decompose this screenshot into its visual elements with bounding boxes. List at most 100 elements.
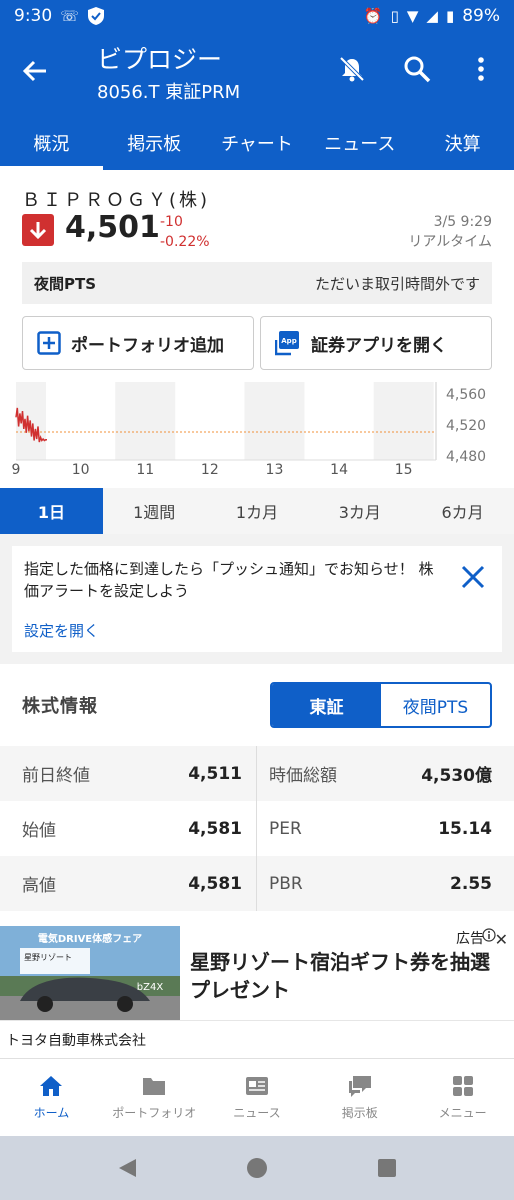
ad-banner[interactable]: 電気DRIVE体感フェア 星野リゾート bZ4X 星野リゾート宿泊ギフト券を抽選… bbox=[0, 926, 514, 1058]
current-price: 4,501 bbox=[65, 210, 160, 245]
info-value: 4,581 bbox=[188, 873, 242, 894]
intraday-chart[interactable]: 4,560 4,520 4,480 9 10 11 12 13 14 15 bbox=[0, 382, 514, 488]
info-cell: PBR 2.55 bbox=[257, 856, 514, 911]
stock-info-heading: 株式情報 bbox=[22, 696, 98, 717]
tab-earnings[interactable]: 決算 bbox=[411, 116, 514, 170]
down-arrow-badge bbox=[22, 214, 54, 246]
info-cell: 前日終値 4,511 bbox=[0, 746, 257, 801]
open-settings-link[interactable]: 設定を開く bbox=[24, 620, 99, 641]
nav-news[interactable]: ニュース bbox=[206, 1059, 309, 1136]
stock-info-table: 前日終値 4,511 時価総額 4,530億 始値 4,581 PER 15.14 高値… bbox=[0, 746, 514, 911]
nav-menu[interactable]: メニュー bbox=[411, 1059, 514, 1136]
arrow-down-icon bbox=[29, 222, 47, 240]
info-key: PBR bbox=[269, 873, 303, 894]
shield-icon bbox=[87, 7, 104, 25]
nav-menu-label: メニュー bbox=[438, 1106, 487, 1120]
status-time: 9:30 bbox=[14, 6, 53, 26]
pts-status: ただいま取引時間外です bbox=[314, 274, 480, 293]
wifi-icon: ▼ bbox=[406, 7, 419, 25]
nav-board-label: 掲示板 bbox=[341, 1106, 378, 1120]
info-key: 高値 bbox=[22, 876, 56, 896]
chart-x-tick-label: 9 bbox=[12, 462, 21, 478]
company-name: ＢＩＰＲＯＧＹ(株) bbox=[22, 190, 211, 211]
pts-bar: 夜間PTS ただいま取引時間外です bbox=[22, 262, 492, 304]
price-change-percent: -0.22% bbox=[160, 234, 210, 250]
close-icon[interactable] bbox=[460, 564, 486, 590]
status-bar: 9:30 ☏ ⏰ ▯ ▼ ◢ ▮ 89% bbox=[0, 0, 514, 32]
quote-section: ＢＩＰＲＯＧＹ(株) 4,501 -10 -0.22% 3/5 9:29 リアル… bbox=[0, 170, 514, 382]
period-1d[interactable]: 1日 bbox=[0, 488, 103, 534]
period-1m[interactable]: 1カ月 bbox=[206, 488, 309, 534]
more-vert-icon[interactable] bbox=[466, 54, 496, 84]
chart-y-tick-label: 4,520 bbox=[446, 418, 486, 434]
signal-icon: ◢ bbox=[426, 7, 438, 25]
quote-timestamp: 3/5 9:29 リアルタイム bbox=[408, 212, 492, 252]
search-icon[interactable] bbox=[402, 54, 432, 84]
ad-advertiser: トヨタ自動車株式会社 bbox=[6, 1033, 146, 1049]
info-key: 時価総額 bbox=[269, 766, 337, 786]
chart-band bbox=[115, 382, 176, 460]
table-row: 高値 4,581 PBR 2.55 bbox=[0, 856, 514, 911]
open-broker-app-label: 証券アプリを開く bbox=[311, 335, 447, 356]
bottom-nav: ホーム ポートフォリオ ニュース 掲示板 メニュー bbox=[0, 1058, 514, 1136]
chart-band bbox=[244, 382, 305, 460]
tab-board[interactable]: 掲示板 bbox=[103, 116, 206, 170]
chart-band bbox=[373, 382, 434, 460]
info-cell: 時価総額 4,530億 bbox=[257, 746, 514, 801]
svg-text:App: App bbox=[281, 337, 296, 345]
back-arrow-icon[interactable] bbox=[22, 58, 48, 84]
chart-x-tick-label: 10 bbox=[72, 462, 90, 478]
segment-night-pts[interactable]: 夜間PTS bbox=[381, 684, 490, 726]
nav-board[interactable]: 掲示板 bbox=[308, 1059, 411, 1136]
price-change-value: -10 bbox=[160, 214, 183, 230]
segment-tse[interactable]: 東証 bbox=[272, 684, 381, 726]
chart-x-tick-label: 13 bbox=[266, 462, 284, 478]
battery-icon: ▮ bbox=[445, 7, 455, 25]
add-portfolio-button[interactable]: ポートフォリオ追加 bbox=[22, 316, 254, 370]
alarm-icon: ⏰ bbox=[363, 7, 383, 25]
nav-home[interactable]: ホーム bbox=[0, 1059, 103, 1136]
divider bbox=[0, 1020, 514, 1021]
ad-image[interactable]: 電気DRIVE体感フェア 星野リゾート bZ4X bbox=[0, 926, 180, 1020]
market-segment-toggle: 東証 夜間PTS bbox=[270, 682, 492, 728]
info-cell: 始値 4,581 bbox=[0, 801, 257, 856]
stock-info-section: 株式情報 東証 夜間PTS 前日終値 4,511 時価総額 4,530億 始値 4,5… bbox=[0, 664, 514, 926]
ad-image-text-2: 星野リゾート bbox=[24, 953, 72, 962]
info-key: 始値 bbox=[22, 821, 56, 841]
recents-square-icon[interactable] bbox=[376, 1157, 398, 1179]
info-cell: PER 15.14 bbox=[257, 801, 514, 856]
notification-off-icon[interactable] bbox=[337, 54, 367, 84]
chart-x-tick-label: 11 bbox=[136, 462, 154, 478]
ad-close-icon[interactable]: ✕ bbox=[495, 930, 508, 949]
realtime-label: リアルタイム bbox=[408, 234, 492, 250]
tab-chart[interactable]: チャート bbox=[206, 116, 309, 170]
ad-image-text-1: 電気DRIVE体感フェア bbox=[38, 932, 142, 945]
period-3m[interactable]: 3カ月 bbox=[308, 488, 411, 534]
info-key: PER bbox=[269, 818, 302, 839]
add-portfolio-label: ポートフォリオ追加 bbox=[71, 335, 224, 356]
open-broker-app-button[interactable]: App 証券アプリを開く bbox=[260, 316, 492, 370]
table-row: 前日終値 4,511 時価総額 4,530億 bbox=[0, 746, 514, 801]
info-key: 前日終値 bbox=[22, 766, 90, 786]
table-row: 始値 4,581 PER 15.14 bbox=[0, 801, 514, 856]
home-circle-icon[interactable] bbox=[246, 1157, 268, 1179]
home-icon bbox=[40, 1076, 63, 1096]
chart-x-tick-label: 15 bbox=[395, 462, 413, 478]
info-value: 4,530億 bbox=[421, 766, 492, 786]
app-bar: ビプロジー 8056.T 東証PRM bbox=[0, 32, 514, 116]
quote-datetime: 3/5 9:29 bbox=[433, 214, 492, 230]
folder-icon bbox=[143, 1078, 166, 1095]
tab-bar: 概況 掲示板 チャート ニュース 決算 bbox=[0, 116, 514, 170]
ad-image-text-3: bZ4X bbox=[137, 982, 164, 993]
chart-x-tick-label: 12 bbox=[201, 462, 219, 478]
add-box-icon bbox=[37, 331, 61, 355]
tab-overview[interactable]: 概況 bbox=[0, 116, 103, 170]
ad-headline[interactable]: 星野リゾート宿泊ギフト券を抽選プレゼント bbox=[190, 948, 502, 1004]
back-triangle-icon[interactable] bbox=[116, 1157, 138, 1179]
tab-news[interactable]: ニュース bbox=[308, 116, 411, 170]
info-value: 2.55 bbox=[450, 873, 492, 894]
period-1w[interactable]: 1週間 bbox=[103, 488, 206, 534]
nav-portfolio[interactable]: ポートフォリオ bbox=[103, 1059, 206, 1136]
alert-text: 指定した価格に到達したら「プッシュ通知」でお知らせ！ 株価アラートを設定しよう bbox=[24, 560, 434, 600]
period-6m[interactable]: 6カ月 bbox=[411, 488, 514, 534]
